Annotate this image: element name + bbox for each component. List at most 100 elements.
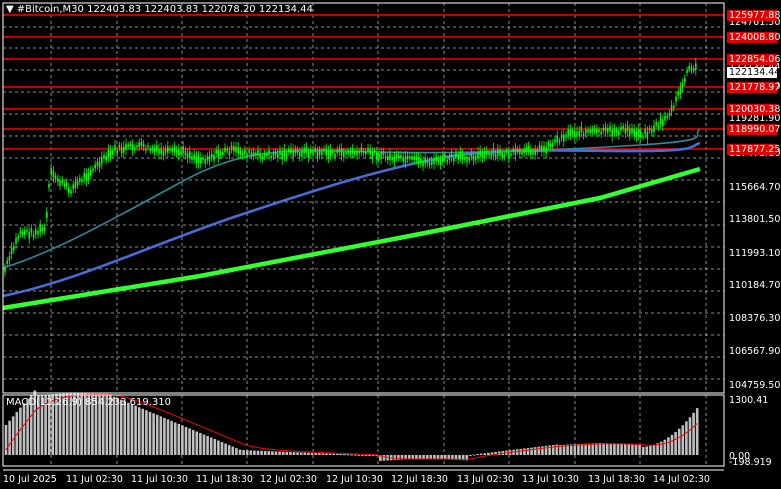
candle-body xyxy=(431,160,433,165)
candle-body xyxy=(378,153,380,160)
macd-bar xyxy=(213,439,217,455)
candle-body xyxy=(552,142,554,147)
candle-body xyxy=(98,161,101,168)
chart-canvas[interactable] xyxy=(0,0,781,489)
candle-body xyxy=(450,153,453,158)
candle-body xyxy=(217,150,220,158)
candle-body xyxy=(525,147,528,152)
dropdown-triangle-icon[interactable]: ▼ xyxy=(6,4,14,15)
candle-body xyxy=(637,128,640,136)
candle-body xyxy=(692,68,695,71)
macd-bar xyxy=(645,446,649,455)
macd-bar xyxy=(476,454,479,456)
candle-body xyxy=(250,152,253,156)
macd-bar xyxy=(577,444,580,455)
macd-bar xyxy=(267,451,271,455)
candle-body xyxy=(499,149,501,156)
candle-body xyxy=(281,152,283,160)
candle-body xyxy=(444,155,446,160)
candle-body xyxy=(505,150,508,153)
candle-body xyxy=(246,153,248,159)
candle-body xyxy=(230,145,233,150)
macd-bar xyxy=(368,455,371,456)
moving-averages xyxy=(2,128,701,311)
candle-body xyxy=(516,149,519,152)
candle-body xyxy=(316,151,319,158)
candle-body xyxy=(479,150,481,157)
candle-body xyxy=(459,151,462,158)
macd-bar xyxy=(328,453,332,455)
candle-body xyxy=(173,146,176,152)
macd-bar xyxy=(479,453,483,455)
macd-bar xyxy=(364,455,368,456)
candle-body xyxy=(116,150,118,154)
candle-body xyxy=(334,153,336,158)
candle-body xyxy=(120,147,123,153)
level-price-label: 124008.80 xyxy=(727,32,781,43)
macd-bar xyxy=(217,440,220,455)
macd-bar xyxy=(641,446,645,455)
candle-body xyxy=(593,128,596,132)
macd-bar xyxy=(163,417,166,455)
macd-bar xyxy=(544,445,548,455)
macd-bar xyxy=(209,437,213,455)
macd-bar xyxy=(598,443,602,455)
macd-bar xyxy=(202,434,206,455)
macd-bar xyxy=(155,414,159,455)
macd-bar xyxy=(281,451,285,455)
candle-body xyxy=(81,179,83,182)
time-tick-label: 12 Jul 18:30 xyxy=(391,474,448,485)
candle-body xyxy=(28,231,30,239)
macd-bar xyxy=(145,410,148,455)
candle-body xyxy=(169,148,171,151)
candle-body xyxy=(54,175,57,180)
candle-body xyxy=(547,142,550,146)
candle-body xyxy=(472,155,475,161)
candle-body xyxy=(673,105,675,108)
candle-body xyxy=(510,153,512,156)
candle-body xyxy=(283,149,286,157)
candle-body xyxy=(428,162,431,166)
macd-bar xyxy=(526,448,530,455)
macd-bar xyxy=(382,455,386,461)
candle-body xyxy=(21,231,24,235)
candle-body xyxy=(272,153,275,157)
macd-bar xyxy=(343,454,346,456)
candle-body xyxy=(387,156,389,161)
candle-body xyxy=(690,66,693,71)
macd-bar xyxy=(242,450,245,455)
macd-bar xyxy=(692,412,695,455)
candle-body xyxy=(580,126,583,133)
candle-body xyxy=(571,130,574,135)
candle-body xyxy=(646,131,649,139)
candle-body xyxy=(252,151,255,157)
macd-bar xyxy=(235,448,238,455)
macd-bar xyxy=(425,455,429,459)
candle-body xyxy=(439,159,442,165)
candle-body xyxy=(193,154,195,160)
candle-body xyxy=(191,156,193,161)
candle-body xyxy=(358,151,360,154)
candle-body xyxy=(85,173,88,181)
macd-bar xyxy=(127,402,130,455)
candle-body xyxy=(123,146,125,153)
macd-bar xyxy=(483,453,487,455)
candle-body xyxy=(301,151,303,157)
macd-bar xyxy=(472,454,476,456)
macd-bar xyxy=(605,443,609,455)
candle-body xyxy=(213,154,215,161)
candle-body xyxy=(541,145,543,152)
macd-bar xyxy=(667,437,670,455)
candle-body xyxy=(398,154,400,159)
macd-bar xyxy=(134,405,137,455)
macd-bar xyxy=(587,443,591,455)
candle-body xyxy=(512,149,514,152)
macd-bar xyxy=(436,455,440,460)
candle-body xyxy=(587,129,589,133)
candle-body xyxy=(279,149,281,155)
candle-body xyxy=(607,128,609,133)
candle-body xyxy=(393,156,396,163)
candle-body xyxy=(57,178,59,183)
candle-body xyxy=(382,151,385,155)
candle-body xyxy=(129,143,132,147)
